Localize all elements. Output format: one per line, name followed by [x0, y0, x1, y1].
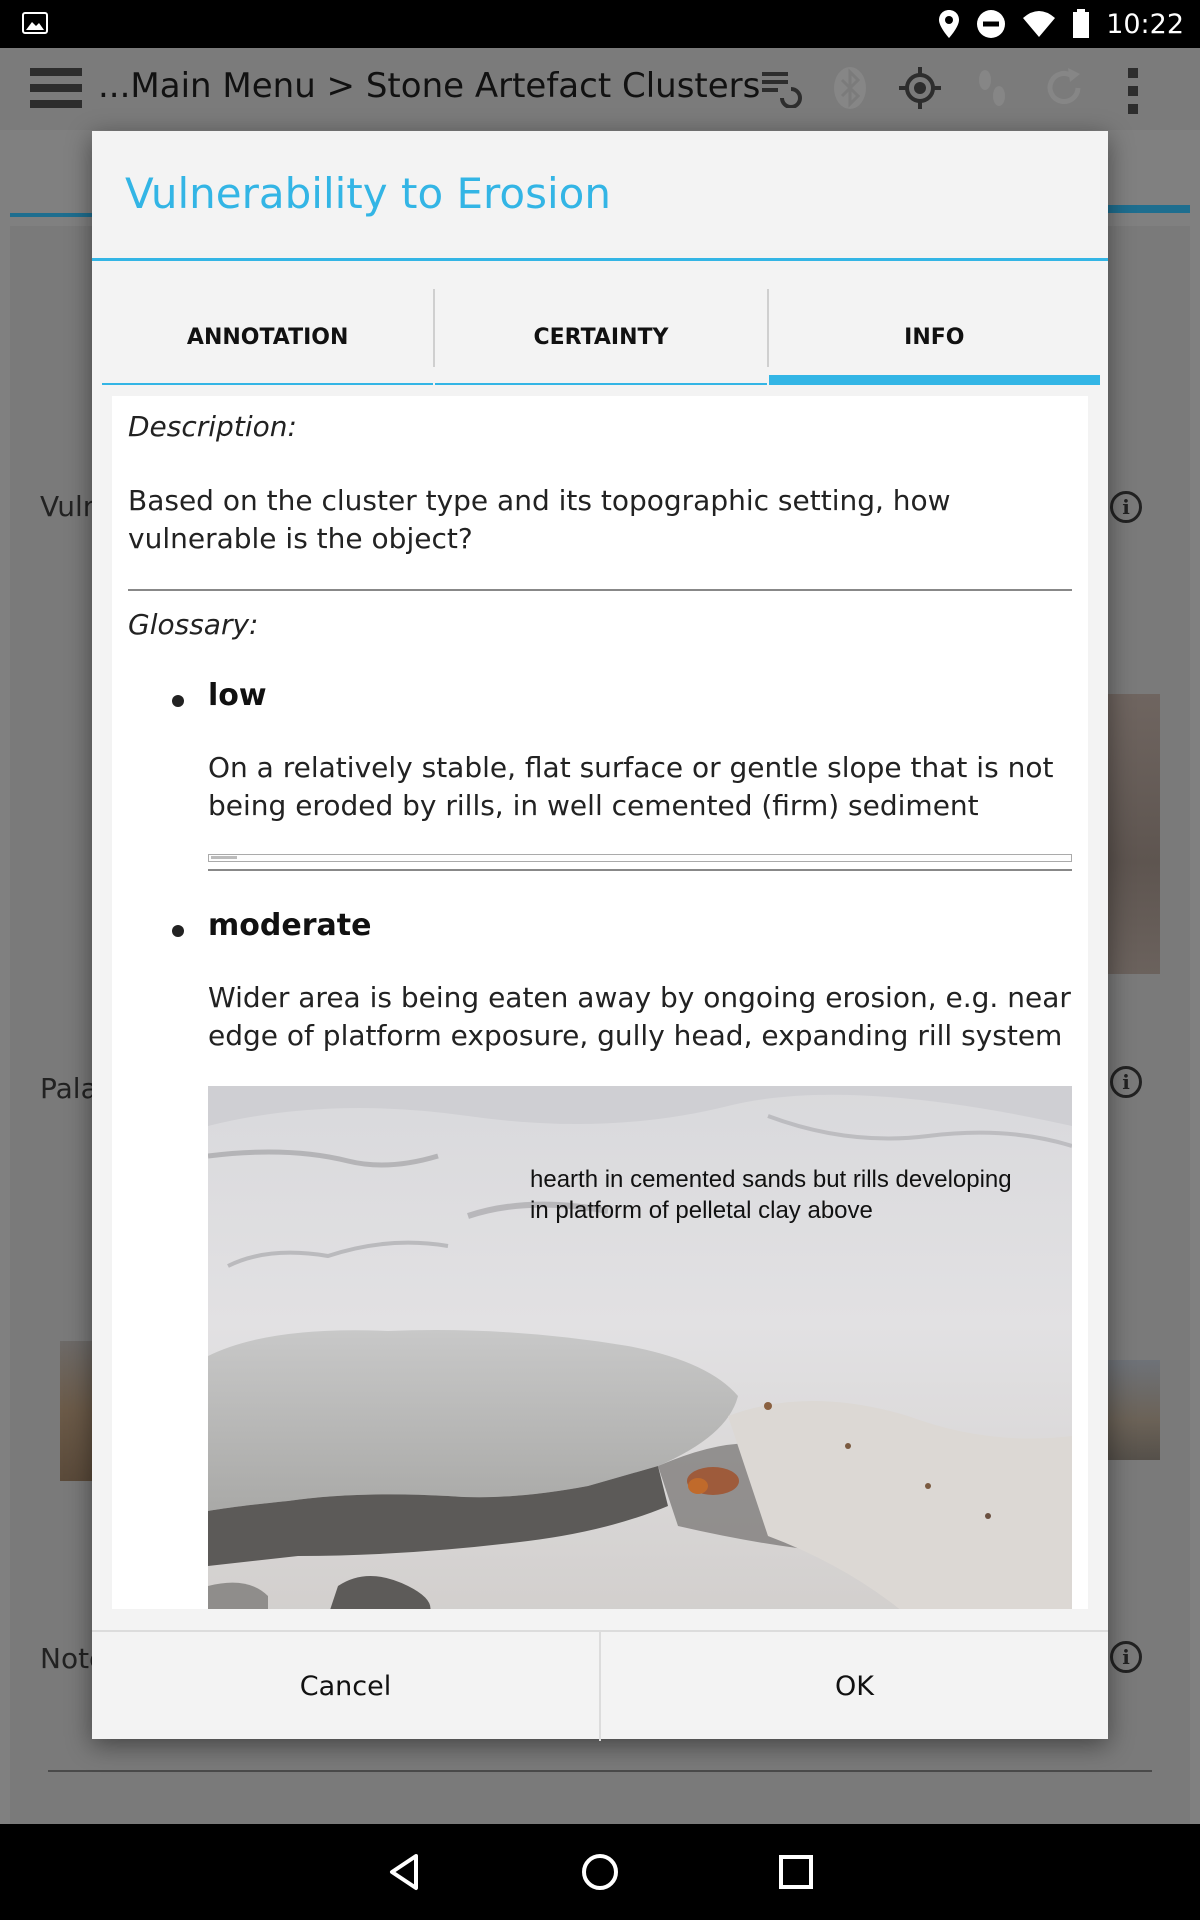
tab-underline — [102, 383, 434, 385]
horizontal-scrollbar[interactable] — [208, 854, 1072, 862]
bg-field-label: Palaeosurface — [40, 1072, 92, 1105]
bg-tab-indicator — [10, 213, 92, 217]
description-text: Based on the cluster type and its topogr… — [128, 484, 951, 555]
battery-icon — [1073, 9, 1090, 38]
photo-caption-line: hearth in cemented sands but rills devel… — [530, 1166, 1012, 1193]
glossary-term-moderate: moderate — [208, 908, 372, 943]
bg-image — [1108, 694, 1160, 974]
info-icon[interactable]: i — [1110, 1641, 1142, 1673]
info-content[interactable]: Description: Based on the cluster type a… — [112, 396, 1088, 1609]
cancel-button[interactable]: Cancel — [92, 1632, 599, 1741]
tab-annotation[interactable]: ANNOTATION — [102, 289, 434, 385]
tab-certainty[interactable]: CERTAINTY — [435, 289, 767, 385]
section-divider — [128, 589, 1072, 591]
photo-caption: hearth in cemented sands but rills devel… — [530, 1164, 1012, 1226]
bg-field-label: Notes — [40, 1642, 92, 1675]
bg-field-label: Vulnerability to Erosion — [40, 490, 92, 523]
tab-active-indicator — [768, 375, 1100, 385]
menu-icon[interactable] — [30, 68, 82, 108]
section-divider — [208, 869, 1072, 871]
dialog-actions: Cancel OK — [92, 1630, 1108, 1741]
tab-info[interactable]: INFO — [768, 289, 1100, 385]
title-divider — [92, 258, 1108, 261]
bg-image — [60, 1341, 94, 1481]
dialog-title: Vulnerability to Erosion — [125, 169, 611, 218]
glossary-term-low: low — [208, 678, 267, 713]
overflow-menu-icon[interactable] — [1126, 66, 1140, 116]
do-not-disturb-icon — [977, 10, 1006, 38]
status-time: 10:22 — [1106, 8, 1184, 40]
bg-divider — [48, 1770, 1152, 1772]
scroll-thumb[interactable] — [211, 856, 237, 859]
bg-image — [1108, 1360, 1160, 1460]
glossary-definition-moderate: Wider area is being eaten away by ongoin… — [208, 981, 1071, 1052]
wifi-icon — [1023, 11, 1056, 37]
glossary-definition-low: On a relatively stable, flat surface or … — [208, 751, 1054, 822]
gps-icon[interactable] — [898, 66, 942, 110]
tab-label: CERTAINTY — [533, 324, 669, 350]
info-icon[interactable]: i — [1110, 491, 1142, 523]
status-bar: 10:22 — [0, 0, 1200, 48]
back-icon[interactable] — [376, 1844, 432, 1900]
description-label: Description: — [128, 410, 297, 443]
app-toolbar: ...Main Menu > Stone Artefact Clusters — [0, 48, 1200, 130]
info-dialog: Vulnerability to Erosion ANNOTATION CERT… — [92, 131, 1108, 1741]
glossary-label: Glossary: — [128, 608, 259, 641]
sync-icon[interactable] — [760, 68, 802, 108]
bullet — [172, 695, 184, 707]
photo-caption-line: in platform of pelletal clay above — [530, 1197, 873, 1224]
tracking-icon[interactable] — [972, 66, 1012, 110]
dialog-tabs: ANNOTATION CERTAINTY INFO — [102, 289, 1100, 385]
tab-label: ANNOTATION — [186, 324, 349, 350]
bg-tab-indicator — [1106, 205, 1190, 213]
tab-underline — [435, 383, 767, 385]
location-icon — [939, 10, 960, 38]
refresh-icon[interactable] — [1042, 66, 1086, 110]
tab-label: INFO — [904, 324, 965, 350]
breadcrumb[interactable]: ...Main Menu > Stone Artefact Clusters — [98, 66, 760, 106]
bluetooth-icon[interactable] — [832, 66, 868, 110]
navigation-bar — [0, 1824, 1200, 1920]
home-icon[interactable] — [572, 1844, 628, 1900]
erosion-example-photo: hearth in cemented sands but rills devel… — [208, 1086, 1072, 1609]
info-icon[interactable]: i — [1110, 1066, 1142, 1098]
bullet — [172, 925, 184, 937]
recents-icon[interactable] — [768, 1844, 824, 1900]
image-icon — [22, 12, 48, 34]
ok-button[interactable]: OK — [601, 1632, 1108, 1741]
